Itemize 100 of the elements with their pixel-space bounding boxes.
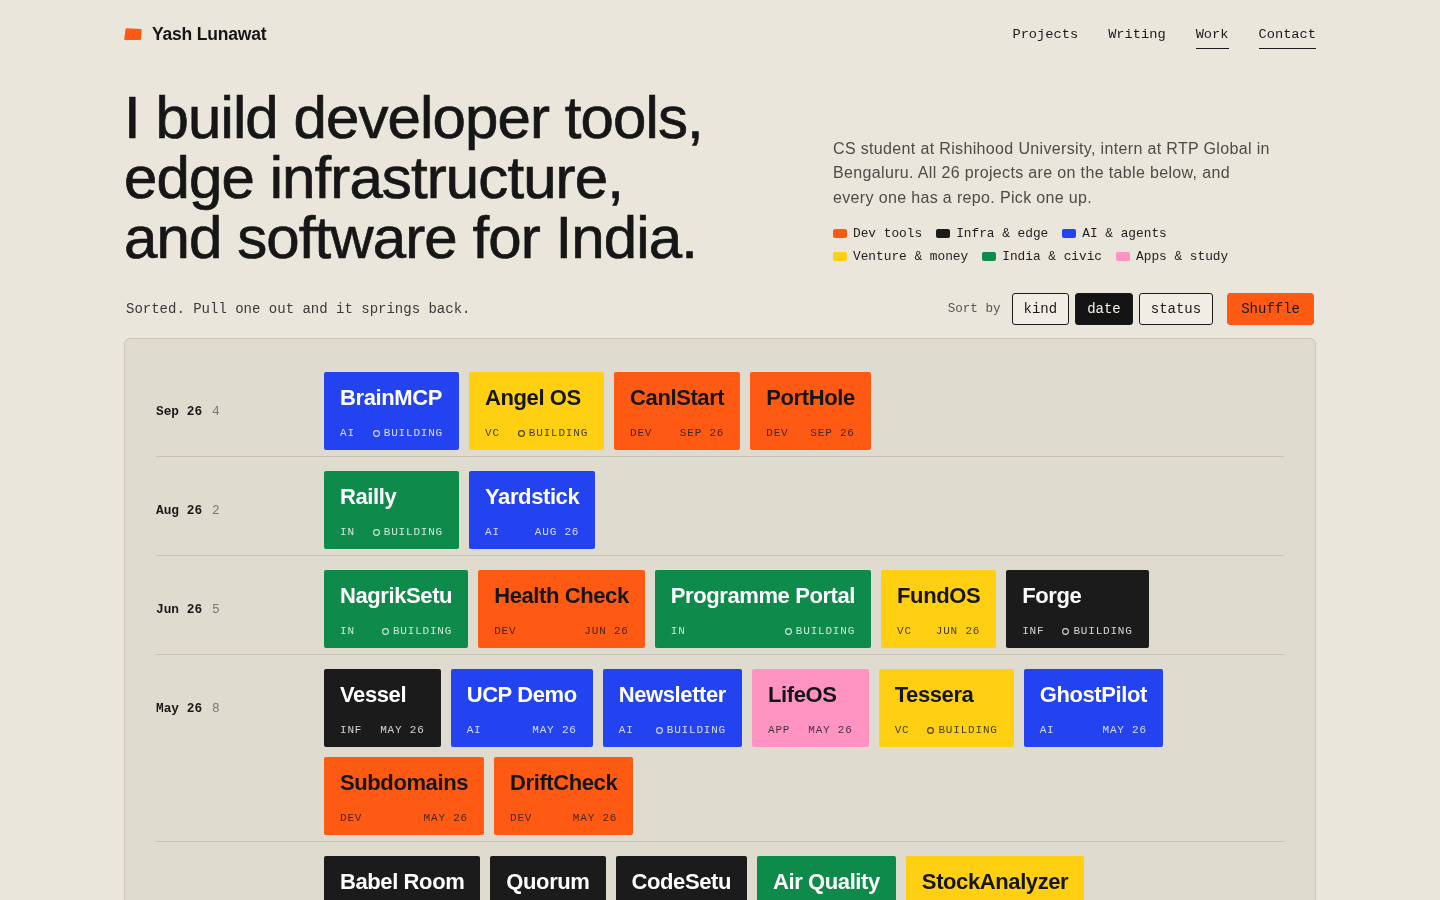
project-title: Babel Room <box>340 869 465 895</box>
project-title: CanlStart <box>630 385 725 411</box>
category-tag: INF <box>1022 624 1045 638</box>
logo-icon <box>124 27 142 41</box>
category-tag: IN <box>340 624 355 638</box>
sort-option-button[interactable]: status <box>1138 293 1214 325</box>
ring-icon <box>372 528 380 536</box>
status-label: BUILDING <box>795 624 856 638</box>
legend-label: Dev tools <box>853 226 923 241</box>
project-title: StockAnalyzer <box>921 869 1069 895</box>
category-tag: DEV <box>766 426 789 440</box>
project-tile[interactable]: Railly IN BUILDING <box>324 471 460 549</box>
nav-link[interactable]: Projects <box>1012 19 1079 49</box>
sort-option-button[interactable]: kind <box>1011 293 1070 325</box>
project-tile[interactable]: LifeOS APP MAY 26 <box>752 669 869 747</box>
status-label: BUILDING <box>383 525 444 539</box>
project-tile[interactable]: Quorum <box>490 856 606 900</box>
project-title: Vessel <box>340 682 408 708</box>
status-label: BUILDING <box>1073 624 1133 638</box>
project-tile[interactable]: DriftCheck DEV MAY 26 <box>494 757 634 835</box>
project-tile[interactable]: GhostPilot AI MAY 26 <box>1023 669 1163 747</box>
project-tile[interactable]: Angel OS VC BUILDING <box>469 372 605 450</box>
project-tile[interactable]: UCP Demo AI MAY 26 <box>450 669 593 747</box>
project-title: UCP Demo <box>466 682 577 708</box>
status-label: BUILDING <box>383 426 444 440</box>
date-label: JUN 26 <box>584 624 629 638</box>
project-tile[interactable]: FundOS VC JUN 26 <box>881 570 997 648</box>
ring-icon <box>1062 627 1070 635</box>
date-label: SEP 26 <box>679 426 725 440</box>
nav-link[interactable]: Writing <box>1108 19 1166 49</box>
legend-label: India & civic <box>1002 249 1103 264</box>
project-title: Newsletter <box>618 682 726 708</box>
project-tile[interactable]: Forge INF BUILDING <box>1006 570 1149 648</box>
category-tag: INF <box>340 723 363 737</box>
category-tag: DEV <box>630 426 653 440</box>
project-tile[interactable]: PortHole DEV SEP 26 <box>750 372 871 450</box>
status-label: BUILDING <box>938 723 998 737</box>
ring-icon <box>927 726 935 734</box>
project-tile[interactable]: StockAnalyzer <box>905 856 1085 900</box>
month-label: May 26 <box>156 700 203 716</box>
project-title: DriftCheck <box>510 770 618 796</box>
project-title: Angel OS <box>485 385 582 411</box>
legend-label: Infra & edge <box>956 226 1049 241</box>
ring-icon <box>517 429 525 437</box>
project-title: Programme Portal <box>670 583 856 609</box>
project-title: Health Check <box>494 583 629 609</box>
category-tag: DEV <box>510 811 533 825</box>
project-tile[interactable]: NagrikSetu IN BUILDING <box>324 570 469 648</box>
project-title: NagrikSetu <box>340 583 453 609</box>
date-label: MAY 26 <box>572 811 618 825</box>
date-label: MAY 26 <box>532 723 577 737</box>
site-name: Yash Lunawat <box>152 23 267 45</box>
date-label: MAY 26 <box>380 723 425 737</box>
date-label: MAY 26 <box>423 811 468 825</box>
project-tile[interactable]: CanlStart DEV SEP 26 <box>614 372 741 450</box>
project-count: 4 <box>212 403 220 419</box>
project-tile[interactable]: BrainMCP AI BUILDING <box>324 372 460 450</box>
nav-link[interactable]: Contact <box>1258 19 1316 49</box>
project-tile[interactable]: Tessera VC BUILDING <box>878 669 1014 747</box>
project-title: GhostPilot <box>1039 682 1147 708</box>
category-tag: AI <box>340 426 355 440</box>
project-title: Tessera <box>894 682 975 708</box>
nav-link[interactable]: Work <box>1195 19 1229 49</box>
project-title: Air Quality <box>773 869 880 895</box>
headline: I build developer tools, edge infrastructure, and software for India. <box>124 88 703 268</box>
intro-paragraph: CS student at Rishihood University, intern at RTP Global in Bengaluru. All 26 projects are on the table below, and every one has a repo. Pick one up. <box>833 138 1271 208</box>
date-label: MAY 26 <box>808 723 853 737</box>
project-tile[interactable]: Newsletter AI BUILDING <box>602 669 742 747</box>
project-title: CodeSetu <box>631 869 731 895</box>
project-title: Quorum <box>506 869 590 895</box>
date-label: SEP 26 <box>810 426 855 440</box>
ring-icon <box>381 627 389 635</box>
project-tile[interactable]: Subdomains DEV MAY 26 <box>324 757 484 835</box>
category-tag: AI <box>485 525 500 539</box>
project-tile[interactable]: CodeSetu <box>615 856 747 900</box>
category-tag: APP <box>768 723 791 737</box>
month-label: Jun 26 <box>156 601 203 617</box>
project-tile[interactable]: Air Quality <box>757 856 896 900</box>
project-title: Railly <box>340 484 398 510</box>
project-title: BrainMCP <box>340 385 443 411</box>
project-title: Forge <box>1022 583 1083 609</box>
category-tag: VC <box>897 624 912 638</box>
project-tile[interactable]: Health Check DEV JUN 26 <box>478 570 645 648</box>
project-tile[interactable]: Vessel INF MAY 26 <box>324 669 441 747</box>
project-count: 2 <box>212 502 220 518</box>
date-label: AUG 26 <box>534 525 580 539</box>
project-tile[interactable]: Yardstick AI AUG 26 <box>469 471 596 549</box>
shuffle-button[interactable]: Shuffle <box>1227 293 1314 325</box>
status-label: BUILDING <box>666 723 726 737</box>
project-tile[interactable]: Babel Room <box>324 856 481 900</box>
sort-by-label: Sort by <box>947 302 1001 316</box>
sort-option-button[interactable]: date <box>1075 293 1133 325</box>
category-tag: AI <box>466 723 482 737</box>
category-tag: DEV <box>340 811 363 825</box>
date-label: JUN 26 <box>935 624 981 638</box>
project-count: 8 <box>212 700 220 716</box>
project-tile[interactable]: Programme Portal IN BUILDING <box>654 570 872 648</box>
category-tag: IN <box>340 525 355 539</box>
ring-icon <box>372 429 380 437</box>
legend-label: AI & agents <box>1082 226 1167 241</box>
